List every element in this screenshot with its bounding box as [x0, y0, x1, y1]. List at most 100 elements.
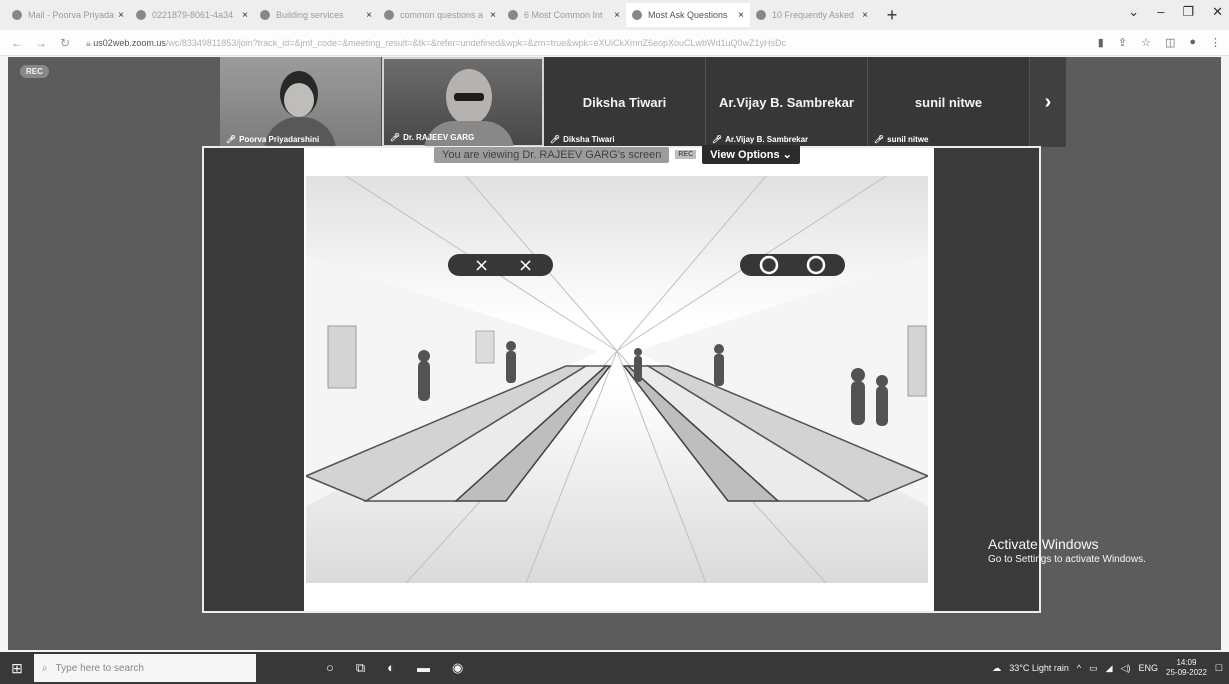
- clock-time: 14:09: [1176, 658, 1197, 667]
- system-tray: ☁ 33°C Light rain ^ ▭ ◢ ◁) ENG 14:09 25-…: [992, 652, 1223, 684]
- url-field[interactable]: 🔒︎ us02web.zoom.us/wc/83349811853/join?t…: [80, 34, 1090, 52]
- close-tab-icon[interactable]: ×: [242, 10, 248, 21]
- mic-muted-icon: 🎤︎: [712, 135, 723, 144]
- close-tab-icon[interactable]: ×: [118, 10, 124, 21]
- chrome-icon[interactable]: ◉: [452, 660, 463, 676]
- weather-text[interactable]: 33°C Light rain: [1009, 663, 1069, 673]
- participant-name-text: sunil nitwe: [887, 135, 929, 144]
- tab-title: 6 Most Common Int: [524, 10, 603, 20]
- participant-name: 🎤︎ Dr. RAJEEV GARG: [390, 133, 474, 142]
- taskbar-search[interactable]: ⌕ Type here to search: [34, 654, 256, 682]
- clock-date: 25-09-2022: [1166, 668, 1207, 677]
- volume-icon[interactable]: ◁): [1121, 663, 1131, 674]
- windows-start-icon[interactable]: ⊞: [0, 652, 34, 684]
- site-icon: [508, 10, 518, 20]
- close-tab-icon[interactable]: ×: [366, 10, 372, 21]
- address-bar: ← → ↻ 🔒︎ us02web.zoom.us/wc/83349811853/…: [0, 30, 1229, 56]
- browser-tab-active[interactable]: Most Ask Questions ×: [626, 3, 750, 27]
- globe-icon: [136, 10, 146, 20]
- new-tab-button[interactable]: +: [882, 5, 902, 26]
- tab-title: Most Ask Questions: [648, 10, 728, 20]
- url-path: /wc/83349811853/join?track_id=&jmf_code=…: [165, 37, 787, 48]
- participant-strip: 🎤︎ Poorva Priyadarshini 🎤︎ Dr. RAJEEV GARG…: [220, 57, 1066, 151]
- tray-chevron-icon[interactable]: ^: [1077, 663, 1081, 673]
- profile-icon[interactable]: ●: [1189, 36, 1196, 49]
- svg-text:×: ×: [518, 255, 533, 276]
- site-icon: [632, 10, 642, 20]
- mic-icon: 🎤︎: [226, 135, 237, 144]
- participant-name-text: Dr. RAJEEV GARG: [403, 133, 475, 142]
- letterbox-left: [204, 148, 304, 611]
- participant-name: 🎤︎ Diksha Tiwari: [550, 135, 615, 144]
- watermark-subtitle: Go to Settings to activate Windows.: [988, 554, 1146, 565]
- browser-tab[interactable]: 6 Most Common Int ×: [502, 3, 626, 27]
- activate-windows-watermark: Activate Windows Go to Settings to activ…: [988, 536, 1146, 565]
- star-icon[interactable]: ☆: [1141, 36, 1151, 49]
- participant-name-text: Ar.Vijay B. Sambrekar: [725, 135, 809, 144]
- participant-tile-active-speaker[interactable]: 🎤︎ Dr. RAJEEV GARG: [382, 57, 544, 151]
- sidepanel-icon[interactable]: ◫: [1165, 36, 1175, 49]
- url-host: us02web.zoom.us: [93, 37, 166, 48]
- browser-tab[interactable]: Mail - Poorva Priyada ×: [6, 3, 130, 27]
- svg-text:×: ×: [474, 255, 489, 276]
- participant-tile[interactable]: sunil nitwe 🎤︎ sunil nitwe: [868, 57, 1030, 147]
- minimize-icon[interactable]: –: [1157, 4, 1164, 20]
- back-icon[interactable]: ←: [8, 36, 26, 50]
- clock[interactable]: 14:09 25-09-2022: [1166, 658, 1207, 678]
- doc-icon: [260, 10, 270, 20]
- forward-icon[interactable]: →: [32, 36, 50, 50]
- participant-tile[interactable]: Ar.Vijay B. Sambrekar 🎤︎ Ar.Vijay B. Samb…: [706, 57, 868, 147]
- participant-name-text: Poorva Priyadarshini: [239, 135, 320, 144]
- maximize-icon[interactable]: ❐: [1182, 4, 1194, 20]
- participant-name: 🎤︎ Poorva Priyadarshini: [226, 135, 319, 144]
- taskbar-apps: ○ ⧉ ◐ ▬ ◉: [326, 660, 463, 676]
- close-tab-icon[interactable]: ×: [862, 10, 868, 21]
- reload-icon[interactable]: ↻: [56, 36, 74, 50]
- tab-title: common questions a: [400, 10, 484, 20]
- address-bar-icons: ▮ ⇪ ☆ ◫ ● ⋮: [1098, 36, 1221, 49]
- participant-name-large: sunil nitwe: [914, 95, 983, 110]
- language-indicator[interactable]: ENG: [1138, 663, 1158, 673]
- recording-indicator: REC: [675, 150, 697, 159]
- browser-tab[interactable]: Building services ×: [254, 3, 378, 27]
- battery-icon[interactable]: ▭: [1089, 663, 1098, 674]
- participant-tile[interactable]: 🎤︎ Poorva Priyadarshini: [220, 57, 382, 151]
- weather-icon: ☁: [992, 662, 1002, 673]
- menu-icon[interactable]: ⋮: [1210, 36, 1221, 49]
- wifi-icon[interactable]: ◢: [1106, 663, 1113, 674]
- participant-tile[interactable]: Diksha Tiwari 🎤︎ Diksha Tiwari: [544, 57, 706, 147]
- participant-video: [454, 93, 484, 101]
- file-explorer-icon[interactable]: ▬: [417, 660, 430, 676]
- notification-icon[interactable]: ☐: [1215, 663, 1223, 674]
- next-participants-button[interactable]: ›: [1030, 57, 1066, 147]
- close-tab-icon[interactable]: ×: [614, 10, 620, 21]
- shared-screen-image: × ×: [306, 176, 928, 583]
- edge-icon[interactable]: ◐: [387, 660, 395, 676]
- close-tab-icon[interactable]: ×: [490, 10, 496, 21]
- mic-muted-icon: 🎤︎: [550, 135, 561, 144]
- view-options-button[interactable]: View Options ⌄: [702, 145, 800, 164]
- watermark-title: Activate Windows: [988, 536, 1099, 552]
- participant-name-large: Diksha Tiwari: [582, 95, 667, 110]
- mail-icon: [12, 10, 22, 20]
- task-view-icon[interactable]: ⧉: [356, 660, 365, 676]
- camera-icon[interactable]: ▮: [1098, 36, 1104, 49]
- screen: Mail - Poorva Priyada × 0221879-8061-4a34…: [0, 0, 1229, 684]
- browser-tab[interactable]: common questions a ×: [378, 3, 502, 27]
- google-icon: [384, 10, 394, 20]
- search-placeholder: Type here to search: [55, 662, 144, 674]
- chevron-down-icon[interactable]: ⌄: [1128, 4, 1139, 20]
- close-icon[interactable]: ✕: [1212, 4, 1223, 20]
- close-tab-icon[interactable]: ×: [738, 10, 744, 21]
- share-icon[interactable]: ⇪: [1118, 36, 1127, 49]
- window-controls: ⌄ – ❐ ✕: [1128, 4, 1223, 20]
- tab-title: Mail - Poorva Priyada: [28, 10, 115, 20]
- tab-title: 0221879-8061-4a34: [152, 10, 234, 20]
- viewing-status: You are viewing Dr. RAJEEV GARG's screen: [434, 146, 670, 163]
- participant-name: 🎤︎ sunil nitwe: [874, 135, 929, 144]
- browser-tab-strip: Mail - Poorva Priyada × 0221879-8061-4a34…: [0, 0, 1229, 30]
- tab-title: 10 Frequently Asked: [772, 10, 855, 20]
- cortana-icon[interactable]: ○: [326, 660, 334, 676]
- browser-tab[interactable]: 0221879-8061-4a34 ×: [130, 3, 254, 27]
- browser-tab[interactable]: 10 Frequently Asked ×: [750, 3, 874, 27]
